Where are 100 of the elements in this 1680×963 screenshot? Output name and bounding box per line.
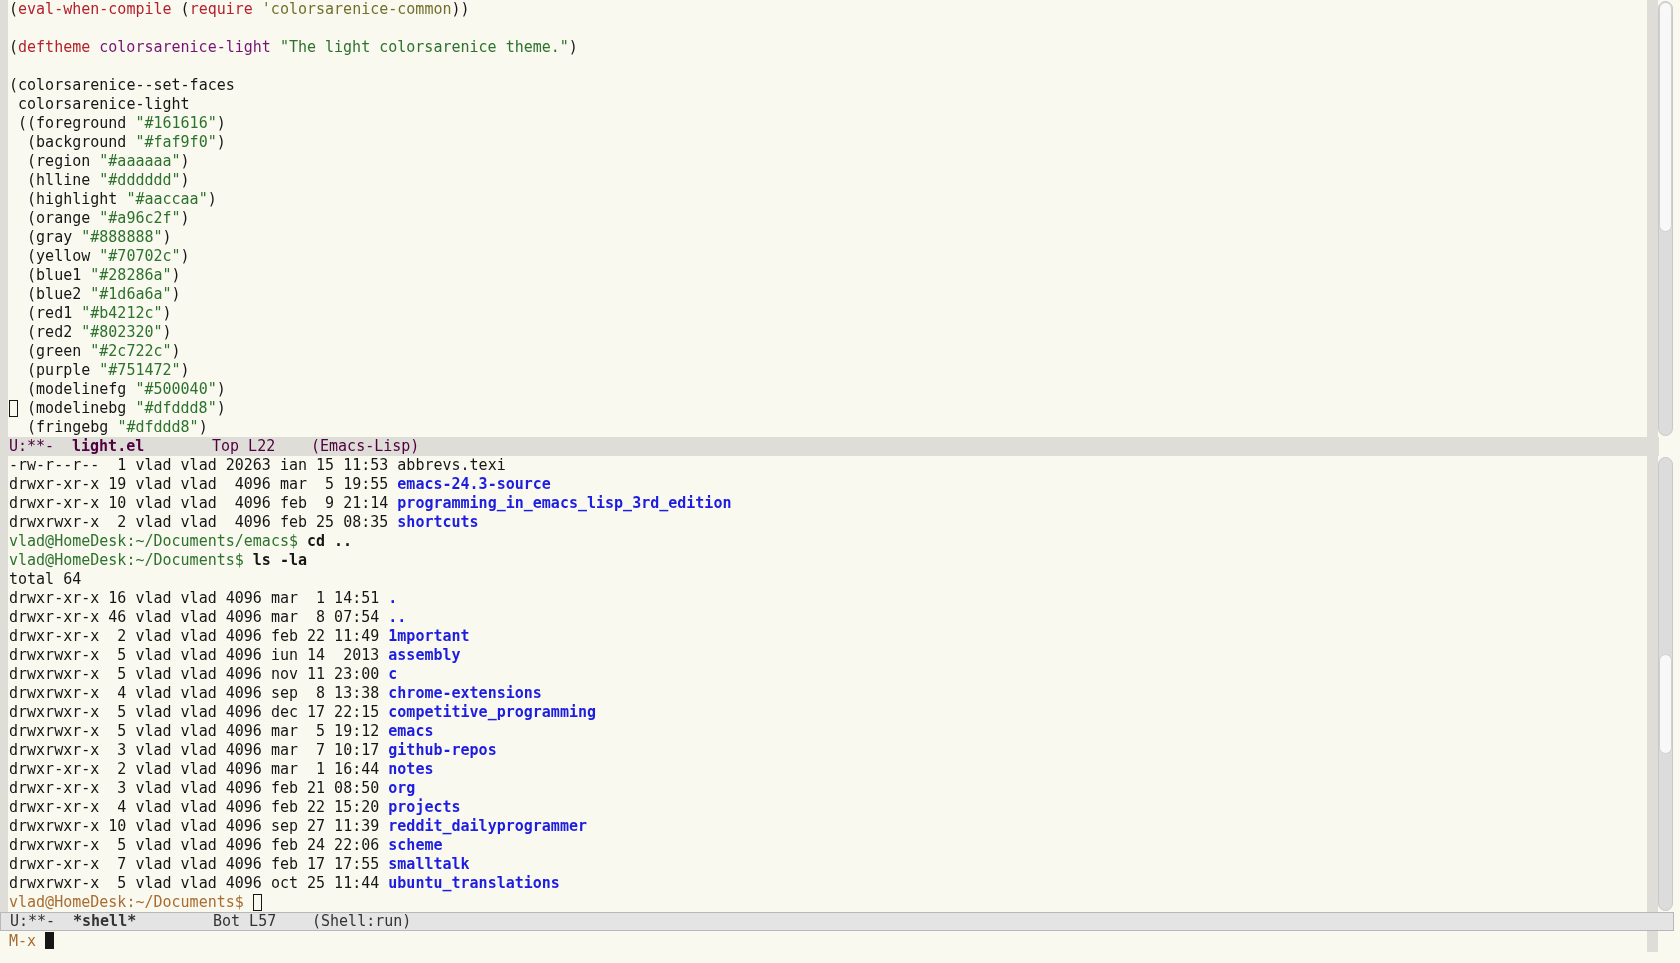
code-text: (highlight [26,190,119,208]
code-text: drwxr-xr-x 7 vlad vlad 4096 feb 17 17:55 [9,855,381,873]
directory-name: ubuntu_translations [388,874,560,892]
string-literal: "#dddddd" [99,171,181,189]
directory-name: programming_in_emacs_lisp_3rd_edition [397,494,732,512]
string-literal: "#161616" [135,114,217,132]
directory-name: .. [388,608,407,626]
code-text: -rw-r--r-- 1 vlad vlad 20263 ian 15 11:53 [9,456,390,474]
code-text: ) [162,304,172,322]
directory-name: chrome-extensions [388,684,542,702]
keyword: require [189,0,253,18]
code-text: (purple [26,361,92,379]
code-text: drwxrwxr-x 2 vlad vlad 4096 feb 25 08:35 [9,513,390,531]
code-text: ) [207,190,217,208]
code-text: drwxrwxr-x 5 vlad vlad 4096 oct 25 11:44 [9,874,381,892]
code-text: drwxr-xr-x 16 vlad vlad 4096 mar 1 14:51 [9,589,381,607]
code-text: ) [216,114,226,132]
mode-line-status: U:**- [9,437,56,456]
code-text: drwxr-xr-x 3 vlad vlad 4096 feb 21 08:50 [9,779,381,797]
code-text: ) [162,323,172,341]
code-text: (colorsarenice--set-faces [9,76,235,94]
string-literal: "#dfddd8" [135,399,217,417]
text-cursor [9,400,18,417]
string-literal: "#70702c" [99,247,181,265]
directory-name: 1mportant [388,627,470,645]
code-text: ( [9,0,19,18]
code-text: ((foreground [17,114,128,132]
buffer-name: light.el [72,437,146,456]
code-text: drwxr-xr-x 2 vlad vlad 4096 mar 1 16:44 [9,760,381,778]
code-text: (red1 [26,304,74,322]
code-text: ) [180,247,190,265]
code-text: (yellow [26,247,92,265]
theme-name: colorsarenice-light [99,38,271,56]
scrollbar[interactable] [1658,457,1673,911]
scrollbar-thumb[interactable] [1659,2,1672,232]
code-text: ) [171,285,181,303]
line-position: Bot L57 [213,912,278,931]
directory-name: reddit_dailyprogrammer [388,817,587,835]
code-text: ) [162,228,172,246]
code-text: ( [179,0,190,18]
directory-name: assembly [388,646,461,664]
directory-name: . [388,589,398,607]
directory-name: emacs [388,722,434,740]
code-text: drwxr-xr-x 10 vlad vlad 4096 feb 9 21:14 [9,494,390,512]
code-text: drwxr-xr-x 4 vlad vlad 4096 feb 22 15:20 [9,798,381,816]
file-name: abbrevs.texi [397,456,506,474]
code-text: ) [171,342,181,360]
directory-name: projects [388,798,461,816]
code-text: drwxrwxr-x 5 vlad vlad 4096 mar 5 19:12 [9,722,381,740]
code-text: colorsarenice-light [17,95,190,113]
directory-name: notes [388,760,434,778]
code-text: (gray [26,228,74,246]
major-mode: (Emacs-Lisp) [311,437,420,456]
command-text: ls -la [252,551,307,569]
code-text: drwxrwxr-x 5 vlad vlad 4096 feb 24 22:06 [9,836,381,854]
keyword: deftheme [18,38,91,56]
keyword: eval-when-compile [18,0,172,18]
mode-line-status: U:**- [10,912,57,931]
code-text: drwxr-xr-x 19 vlad vlad 4096 mar 5 19:55 [9,475,390,493]
text-cursor [45,932,55,949]
code-text: ) [180,209,190,227]
string-literal: "#b4212c" [81,304,163,322]
string-literal: "#751472" [99,361,181,379]
code-text: (fringebg [26,418,110,436]
quoted-symbol: 'colorsarenice-common [261,0,452,18]
directory-name: github-repos [388,741,497,759]
code-text: drwxrwxr-x 5 vlad vlad 4096 dec 17 22:15 [9,703,381,721]
prompt: M-x [9,932,37,950]
code-text: ) [180,171,190,189]
code-text: drwxrwxr-x 5 vlad vlad 4096 iun 14 2013 [9,646,381,664]
major-mode: (Shell:run) [312,912,412,931]
code-text: (modelinefg [26,380,128,398]
shell-prompt: vlad@HomeDesk:~/Documents$ [9,551,244,569]
string-literal: "#dfddd8" [117,418,199,436]
directory-name: shortcuts [397,513,479,531]
code-text: (blue2 [26,285,83,303]
string-literal: "The light colorsarenice theme." [279,38,569,56]
code-text: drwxr-xr-x 2 vlad vlad 4096 feb 22 11:49 [9,627,381,645]
code-text: (modelinebg [26,399,128,417]
code-text: drwxr-xr-x 46 vlad vlad 4096 mar 8 07:54 [9,608,381,626]
line-position: Top L22 [212,437,277,456]
code-text: ) [216,380,226,398]
code-text: ) [216,133,226,151]
string-literal: "#a96c2f" [99,209,181,227]
code-text: ) [568,38,578,56]
string-literal: "#802320" [81,323,163,341]
code-text: ) [180,361,190,379]
command-text: cd .. [307,532,353,550]
string-literal: "#888888" [81,228,163,246]
code-text: ) [216,399,226,417]
code-text: (region [26,152,92,170]
scrollbar-thumb[interactable] [1659,654,1672,754]
shell-prompt: vlad@HomeDesk:~/Documents/emacs$ [9,532,298,550]
code-text: (green [26,342,83,360]
directory-name: c [388,665,398,683]
string-literal: "#aaccaa" [126,190,208,208]
buffer-name: *shell* [73,912,138,931]
code-text: (red2 [26,323,74,341]
directory-name: competitive_programming [388,703,596,721]
scrollbar[interactable] [1658,1,1673,436]
